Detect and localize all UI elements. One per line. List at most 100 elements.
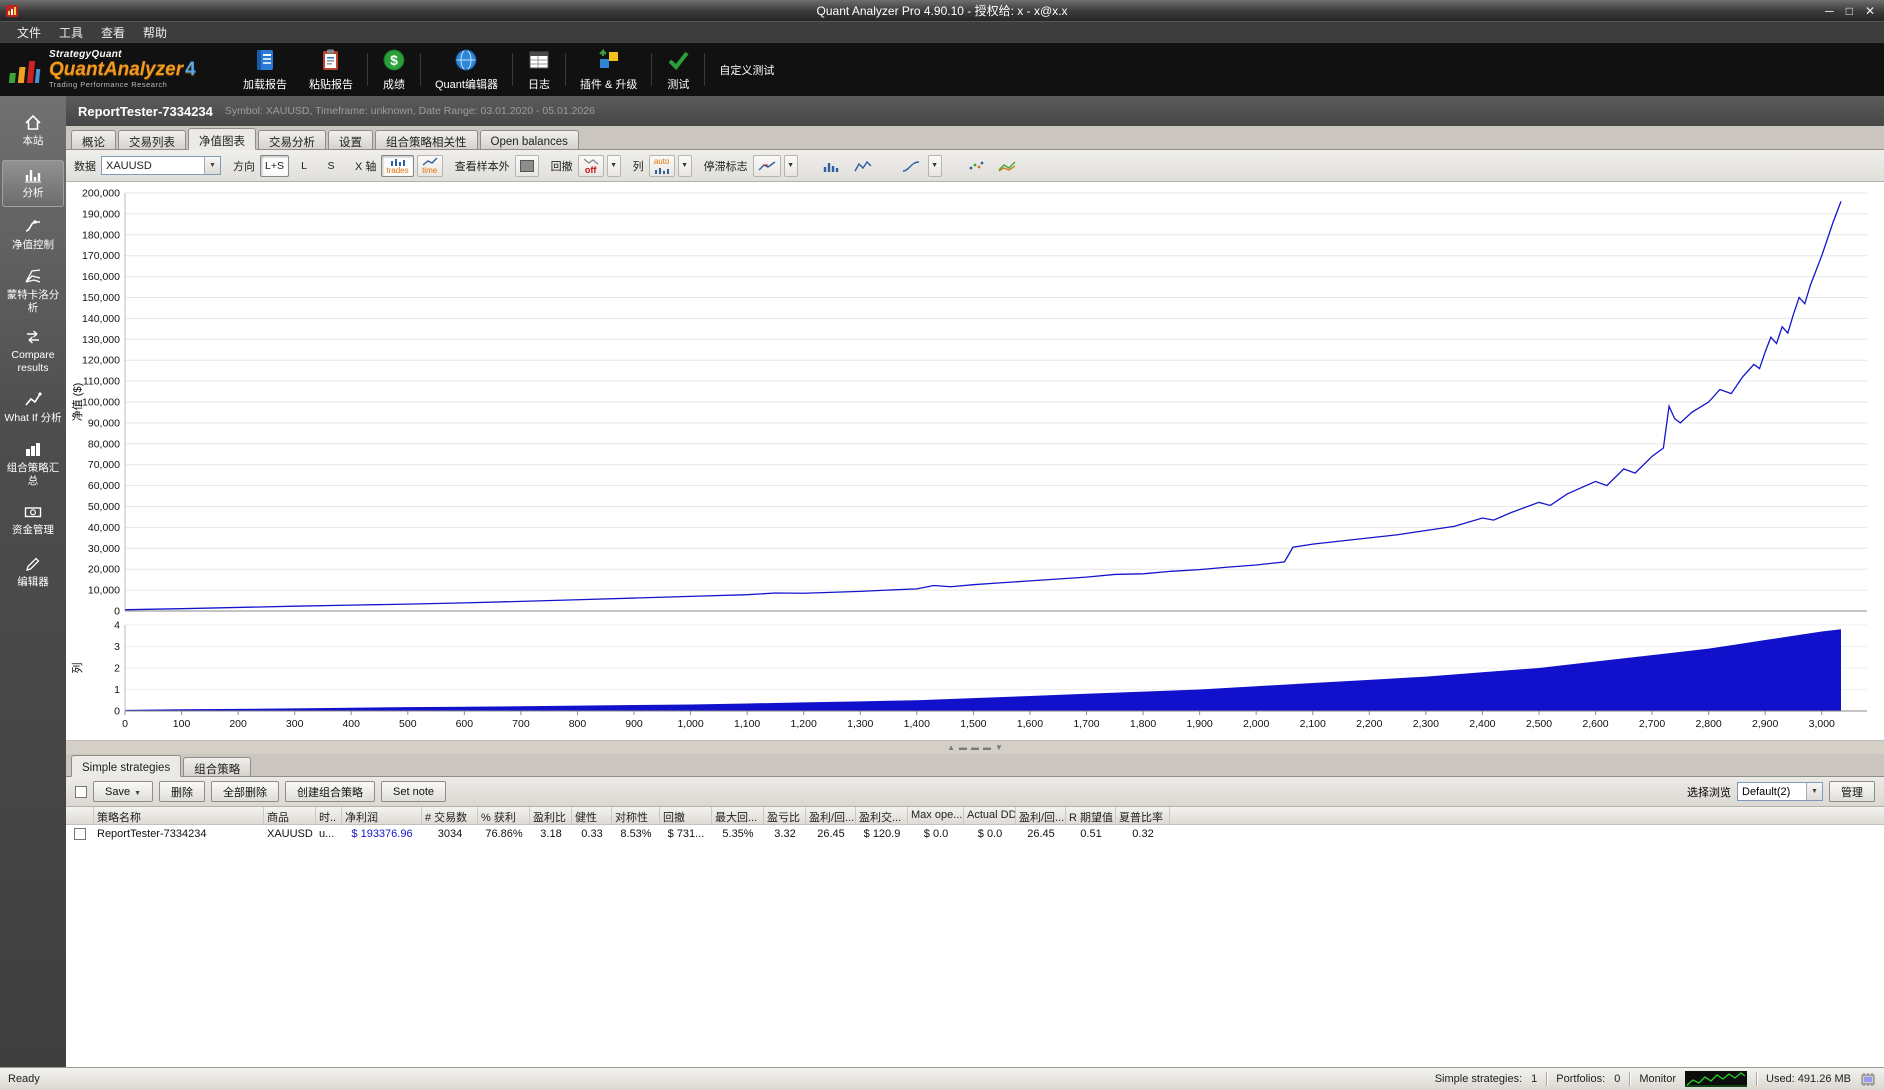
xaxis-time-button[interactable]: time <box>416 154 443 177</box>
column-header[interactable]: # 交易数 <box>422 807 478 824</box>
column-header[interactable]: 夏普比率 <box>1116 807 1170 824</box>
sidebar-item-what-if[interactable]: What If 分析 <box>2 385 64 432</box>
load-report-icon <box>257 49 273 70</box>
tab-portfolio-correlation[interactable]: 组合策略相关性 <box>375 130 478 149</box>
maximize-button[interactable]: □ <box>1846 4 1853 18</box>
menu-help[interactable]: 帮助 <box>134 21 176 44</box>
column-header[interactable]: 商品 <box>264 807 316 824</box>
tab-settings[interactable]: 设置 <box>328 130 373 149</box>
create-portfolio-button[interactable]: 创建组合策略 <box>285 781 376 802</box>
svg-text:3: 3 <box>114 641 120 653</box>
histogram-chart-button[interactable] <box>818 155 846 177</box>
row-checkbox[interactable] <box>74 828 86 840</box>
column-header[interactable]: 对称性 <box>612 807 660 824</box>
minimize-button[interactable]: ─ <box>1825 4 1834 18</box>
column-header[interactable]: 回撤 <box>660 807 712 824</box>
column-header[interactable]: 策略名称 <box>94 807 264 824</box>
sidebar-item-analysis[interactable]: 分析 <box>2 160 64 207</box>
tab-overview[interactable]: 概论 <box>71 130 116 149</box>
svg-text:130,000: 130,000 <box>82 334 120 346</box>
svg-text:800: 800 <box>569 718 587 730</box>
sidebar-item-portfolio-summary[interactable]: 组合策略汇总 <box>2 437 64 492</box>
save-button[interactable]: Save ▼ <box>93 781 154 802</box>
menu-file[interactable]: 文件 <box>8 21 50 44</box>
results-button[interactable]: $ 成绩 <box>371 43 417 96</box>
svg-text:140,000: 140,000 <box>82 313 120 325</box>
svg-text:2,500: 2,500 <box>1526 718 1552 730</box>
set-note-button[interactable]: Set note <box>381 781 446 802</box>
monitor-graph-icon[interactable] <box>1685 1071 1747 1087</box>
stagnation-button[interactable] <box>752 154 781 177</box>
oos-toggle-button[interactable] <box>514 154 539 177</box>
quant-editor-button[interactable]: Quant编辑器 <box>424 43 509 96</box>
zigzag-chart-button[interactable] <box>849 155 877 177</box>
line-chart-button[interactable] <box>897 155 925 177</box>
table-row[interactable]: ReportTester-7334234 XAUUSD u... $ 19337… <box>66 825 1884 843</box>
data-symbol-select[interactable]: XAUUSD ▼ <box>101 156 221 175</box>
tab-equity-chart[interactable]: 净值图表 <box>188 128 256 150</box>
sidebar-item-equity-control[interactable]: 净值控制 <box>2 212 64 259</box>
menu-view[interactable]: 查看 <box>92 21 134 44</box>
direction-ls-button[interactable]: L+S <box>260 154 289 177</box>
column-header[interactable]: % 获利 <box>478 807 530 824</box>
svg-text:110,000: 110,000 <box>83 376 120 388</box>
sidebar-item-home[interactable]: 本站 <box>2 108 64 155</box>
window-title: Quant Analyzer Pro 4.90.10 - 授权给: x - x@… <box>816 4 1068 18</box>
line-chart-dropdown[interactable]: ▼ <box>927 154 942 177</box>
drawdown-dropdown[interactable]: ▼ <box>606 154 621 177</box>
column-header[interactable]: Max ope... <box>908 807 964 824</box>
column-header[interactable]: 净利润 <box>342 807 422 824</box>
view-select[interactable]: Default(2) ▼ <box>1737 782 1823 801</box>
brand-sub-text: Trading Performance Research <box>49 80 168 90</box>
sidebar-item-editor[interactable]: 编辑器 <box>2 549 64 596</box>
menu-tools[interactable]: 工具 <box>50 21 92 44</box>
tab-open-balances[interactable]: Open balances <box>479 130 579 149</box>
column-header[interactable]: 健性 <box>572 807 612 824</box>
splitter-handle[interactable]: ▲ ▬ ▬ ▬ ▼ <box>66 740 1884 754</box>
tab-trade-analysis[interactable]: 交易分析 <box>258 130 326 149</box>
tab-trade-list[interactable]: 交易列表 <box>118 130 186 149</box>
columns-auto-button[interactable]: auto <box>648 154 675 177</box>
column-header[interactable]: 盈利/回... <box>806 807 856 824</box>
test-button[interactable]: 测试 <box>655 43 701 96</box>
tab-portfolios[interactable]: 组合策略 <box>183 757 252 776</box>
cell-net-profit: $ 193376.96 <box>351 828 413 840</box>
sidebar-item-compare-results[interactable]: Compare results <box>2 324 64 379</box>
select-all-checkbox[interactable] <box>75 785 87 798</box>
delete-button[interactable]: 删除 <box>159 781 206 802</box>
svg-text:120,000: 120,000 <box>82 355 120 367</box>
scatter-chart-button[interactable] <box>962 155 990 177</box>
direction-l-button[interactable]: L <box>292 155 316 177</box>
xaxis-trades-button[interactable]: trades <box>381 154 414 177</box>
column-header[interactable]: 盈利比 <box>530 807 572 824</box>
drawdown-mode-button[interactable]: off <box>577 154 604 177</box>
custom-test-button[interactable]: 自定义测试 <box>708 43 785 96</box>
load-report-button[interactable]: 加载报告 <box>232 43 298 96</box>
paste-report-icon <box>323 49 338 70</box>
column-header[interactable]: Actual DD <box>964 807 1016 824</box>
svg-text:0: 0 <box>122 718 128 730</box>
tab-simple-strategies[interactable]: Simple strategies <box>71 755 182 777</box>
manage-button[interactable]: 管理 <box>1829 781 1875 802</box>
column-header[interactable]: 最大回... <box>712 807 764 824</box>
close-button[interactable]: ✕ <box>1865 4 1875 18</box>
equity-chart[interactable]: 0 10,000 20,000 30,000 40,000 50,000 60,000 70,… <box>67 183 1883 739</box>
sidebar-item-money-management[interactable]: 资金管理 <box>2 497 64 544</box>
column-header[interactable]: 盈亏比 <box>764 807 806 824</box>
log-button[interactable]: 日志 <box>516 43 562 96</box>
column-header[interactable]: 时.. <box>316 807 342 824</box>
stagnation-dropdown[interactable]: ▼ <box>783 154 798 177</box>
columns-dropdown[interactable]: ▼ <box>677 154 692 177</box>
direction-s-button[interactable]: S <box>319 155 343 177</box>
delete-all-button[interactable]: 全部删除 <box>211 781 280 802</box>
sidebar-item-monte-carlo[interactable]: 蒙特卡洛分析 <box>2 264 64 319</box>
multi-line-chart-button[interactable] <box>993 155 1021 177</box>
strategies-tabs: Simple strategies 组合策略 <box>66 754 1884 777</box>
main-area: 本站 分析 净值控制 蒙特卡洛分析 Compare results What I… <box>0 96 1884 1067</box>
column-header[interactable]: 盈利交... <box>856 807 908 824</box>
column-header[interactable]: 盈利/回... <box>1016 807 1066 824</box>
paste-report-button[interactable]: 粘贴报告 <box>298 43 364 96</box>
column-header[interactable]: R 期望值 <box>1066 807 1116 824</box>
plugins-button[interactable]: 插件 & 升级 <box>569 43 648 96</box>
svg-text:0: 0 <box>114 706 120 718</box>
